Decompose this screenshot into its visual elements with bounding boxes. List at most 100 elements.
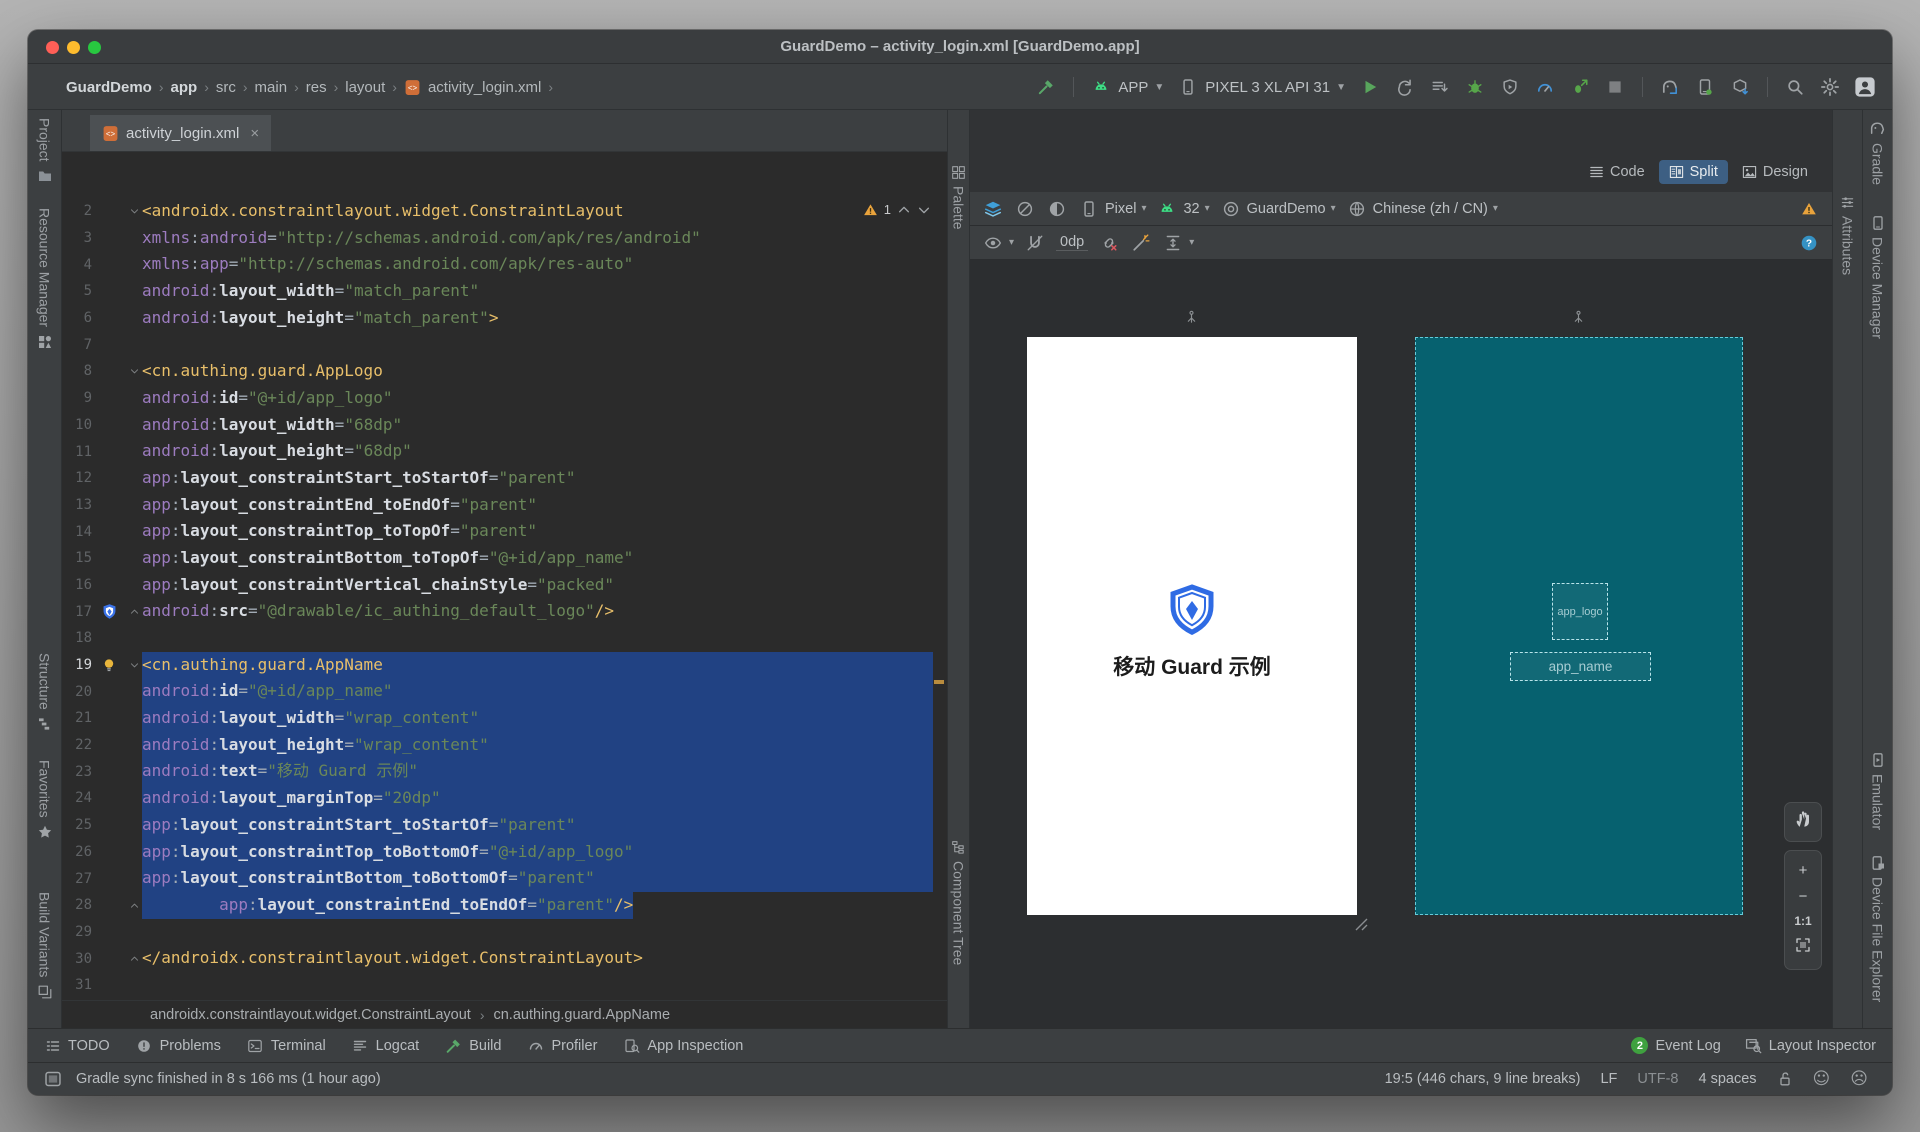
close-tab-icon[interactable]: ×: [250, 125, 259, 142]
blueprint-app-logo[interactable]: app_logo: [1552, 583, 1608, 640]
theme-picker[interactable]: GuardDemo ▾: [1220, 198, 1336, 220]
sidebar-item-device-manager[interactable]: Device Manager: [1863, 214, 1892, 339]
help-icon[interactable]: ?: [1798, 232, 1820, 254]
code-line-2[interactable]: 2 <androidx.constraintlayout.widget.Const…: [62, 198, 933, 225]
toolwindow-tab-profiler[interactable]: Profiler: [527, 1037, 597, 1054]
code-line-29[interactable]: 29: [62, 919, 933, 946]
code-line-3[interactable]: 3 xmlns: android = "http://schemas.android.…: [62, 225, 933, 252]
code-line-8[interactable]: 8 <cn.authing.guard.AppLogo: [62, 358, 933, 385]
code-line-30[interactable]: 30 </androidx.constraintlayout.widget.Con…: [62, 945, 933, 972]
zoom-out-button[interactable]: −: [1799, 888, 1808, 905]
code-line-4[interactable]: 4 xmlns: app = "http://schemas.android.com/…: [62, 251, 933, 278]
stop-button[interactable]: [1604, 76, 1626, 98]
erase-icon[interactable]: [1014, 198, 1036, 220]
toolwindow-tab-app-inspection[interactable]: App Inspection: [623, 1037, 743, 1054]
search-everywhere-button[interactable]: [1784, 76, 1806, 98]
code-line-15[interactable]: 15 app: layout_constraintBottom_toTopOf = "…: [62, 545, 933, 572]
apply-code-changes-button[interactable]: [1499, 76, 1521, 98]
mode-code-button[interactable]: Code: [1579, 160, 1655, 184]
clear-constraints-button[interactable]: [1098, 232, 1120, 254]
code-line-13[interactable]: 13 app: layout_constraintEnd_toEndOf = "par…: [62, 492, 933, 519]
zoom-in-button[interactable]: +: [1799, 862, 1808, 879]
build-button[interactable]: [1035, 76, 1057, 98]
blueprint-screen[interactable]: app_logo app_name: [1415, 337, 1743, 915]
resize-handle[interactable]: [1353, 916, 1369, 937]
code-line-14[interactable]: 14 app: layout_constraintTop_toTopOf = "par…: [62, 518, 933, 545]
default-margin-button[interactable]: 0dp: [1056, 234, 1089, 251]
line-ending[interactable]: LF: [1600, 1071, 1617, 1087]
code-line-20[interactable]: 20 android: id = "@+id/app_name": [62, 678, 933, 706]
code-line-5[interactable]: 5 android: layout_width = "match_parent": [62, 278, 933, 305]
fold-marker-icon[interactable]: [126, 900, 142, 911]
palette-tab[interactable]: Palette: [948, 165, 969, 230]
fold-marker-icon[interactable]: [126, 606, 142, 617]
code-line-28[interactable]: 28 app:layout_constraintEnd_toEndOf="par…: [62, 891, 933, 919]
api-picker[interactable]: 32 ▾: [1156, 198, 1210, 220]
breadcrumb-item-src[interactable]: src: [216, 79, 236, 96]
file-encoding[interactable]: UTF-8: [1637, 1071, 1678, 1087]
breadcrumb-item-activity-login-xml[interactable]: activity_login.xml: [428, 79, 541, 96]
code-line-31[interactable]: 31: [62, 972, 933, 999]
event-log-button[interactable]: 2 Event Log: [1631, 1037, 1721, 1054]
sidebar-item-resource-manager[interactable]: Resource Manager: [28, 208, 61, 350]
profile-button[interactable]: [1534, 76, 1556, 98]
sidebar-item-build-variants[interactable]: Build Variants: [28, 892, 61, 1000]
device-select[interactable]: PIXEL 3 XL API 31 ▼: [1177, 76, 1346, 98]
design-surface[interactable]: 移动 Guard 示例 app_logo app_name + − 1:1: [970, 260, 1832, 1028]
zoom-ratio-button[interactable]: 1:1: [1794, 914, 1811, 928]
tab-activity-login-xml[interactable]: <> activity_login.xml ×: [90, 115, 272, 151]
locale-picker[interactable]: Chinese (zh / CN) ▾: [1346, 198, 1498, 220]
run-config-select[interactable]: APP ▼: [1090, 76, 1164, 98]
code-line-19[interactable]: 19 <cn.authing.guard.AppName: [62, 651, 933, 679]
device-picker[interactable]: Pixel ▾: [1078, 198, 1146, 220]
night-mode-icon[interactable]: [1046, 198, 1068, 220]
code-line-24[interactable]: 24 android: layout_marginTop = "20dp": [62, 785, 933, 812]
code-line-26[interactable]: 26 app: layout_constraintTop_toBottomOf = "…: [62, 838, 933, 866]
code-line-10[interactable]: 10 android: layout_width = "68dp": [62, 412, 933, 439]
mode-split-button[interactable]: Split: [1658, 160, 1728, 184]
settings-button[interactable]: [1819, 76, 1841, 98]
infer-constraints-button[interactable]: [1130, 232, 1152, 254]
sidebar-item-project[interactable]: Project: [28, 118, 61, 185]
attach-debugger-button[interactable]: [1394, 76, 1416, 98]
design-surface-icon[interactable]: [982, 198, 1004, 220]
code-line-27[interactable]: 27 app: layout_constraintBottom_toBottomO…: [62, 865, 933, 892]
breadcrumb-item-main[interactable]: main: [255, 79, 288, 96]
tool-window-toggle-icon[interactable]: [44, 1070, 62, 1088]
feedback-frown-icon[interactable]: ☹: [1850, 1069, 1868, 1089]
component-tree-tab[interactable]: Component Tree: [948, 840, 969, 965]
zoom-to-fit-button[interactable]: [1795, 937, 1811, 958]
sdk-manager-button[interactable]: [1729, 76, 1751, 98]
toolwindow-tab-problems[interactable]: Problems: [136, 1037, 221, 1054]
fold-marker-icon[interactable]: [126, 206, 142, 217]
attributes-tab[interactable]: Attributes: [1833, 195, 1862, 275]
sidebar-item-favorites[interactable]: Favorites: [28, 760, 61, 841]
fold-marker-icon[interactable]: [126, 953, 142, 964]
design-preview-screen[interactable]: 移动 Guard 示例: [1027, 337, 1368, 931]
layout-inspector-button[interactable]: Layout Inspector: [1745, 1037, 1876, 1054]
fold-marker-icon[interactable]: [126, 366, 142, 377]
code-line-16[interactable]: 16 app: layout_constraintVertical_chainSt…: [62, 572, 933, 599]
gradle-sync-button[interactable]: [1659, 76, 1681, 98]
code-line-11[interactable]: 11 android: layout_height = "68dp": [62, 438, 933, 465]
code-line-25[interactable]: 25 app: layout_constraintStart_toStartOf =…: [62, 811, 933, 839]
render-warning-icon[interactable]: [1798, 198, 1820, 220]
code-line-9[interactable]: 9 android: id = "@+id/app_logo": [62, 385, 933, 412]
code-line-23[interactable]: 23 android: text = "移动 Guard 示例": [62, 758, 933, 786]
pan-tool-button[interactable]: [1784, 802, 1822, 842]
breadcrumb-item-guarddemo[interactable]: GuardDemo: [66, 79, 152, 96]
breadcrumb-item-app[interactable]: app: [171, 79, 198, 96]
app-logo-image[interactable]: [1167, 584, 1217, 643]
profile-avatar-button[interactable]: [1854, 76, 1876, 98]
run-button[interactable]: [1359, 76, 1381, 98]
profile-low-overhead-button[interactable]: [1569, 76, 1591, 98]
toolwindow-tab-todo[interactable]: TODO: [44, 1037, 110, 1054]
toolwindow-tab-build[interactable]: Build: [445, 1037, 501, 1054]
scrollbar-warning-mark[interactable]: [934, 680, 944, 684]
lock-open-icon[interactable]: [1777, 1071, 1793, 1087]
breadcrumb-item[interactable]: cn.authing.guard.AppName: [493, 1007, 670, 1023]
code-line-21[interactable]: 21 android: layout_width = "wrap_content": [62, 705, 933, 732]
inspection-widget[interactable]: 1: [863, 202, 931, 217]
code-line-17[interactable]: 17 android: src = "@drawable/ic_authing_def…: [62, 598, 933, 625]
breadcrumb-item-res[interactable]: res: [306, 79, 327, 96]
